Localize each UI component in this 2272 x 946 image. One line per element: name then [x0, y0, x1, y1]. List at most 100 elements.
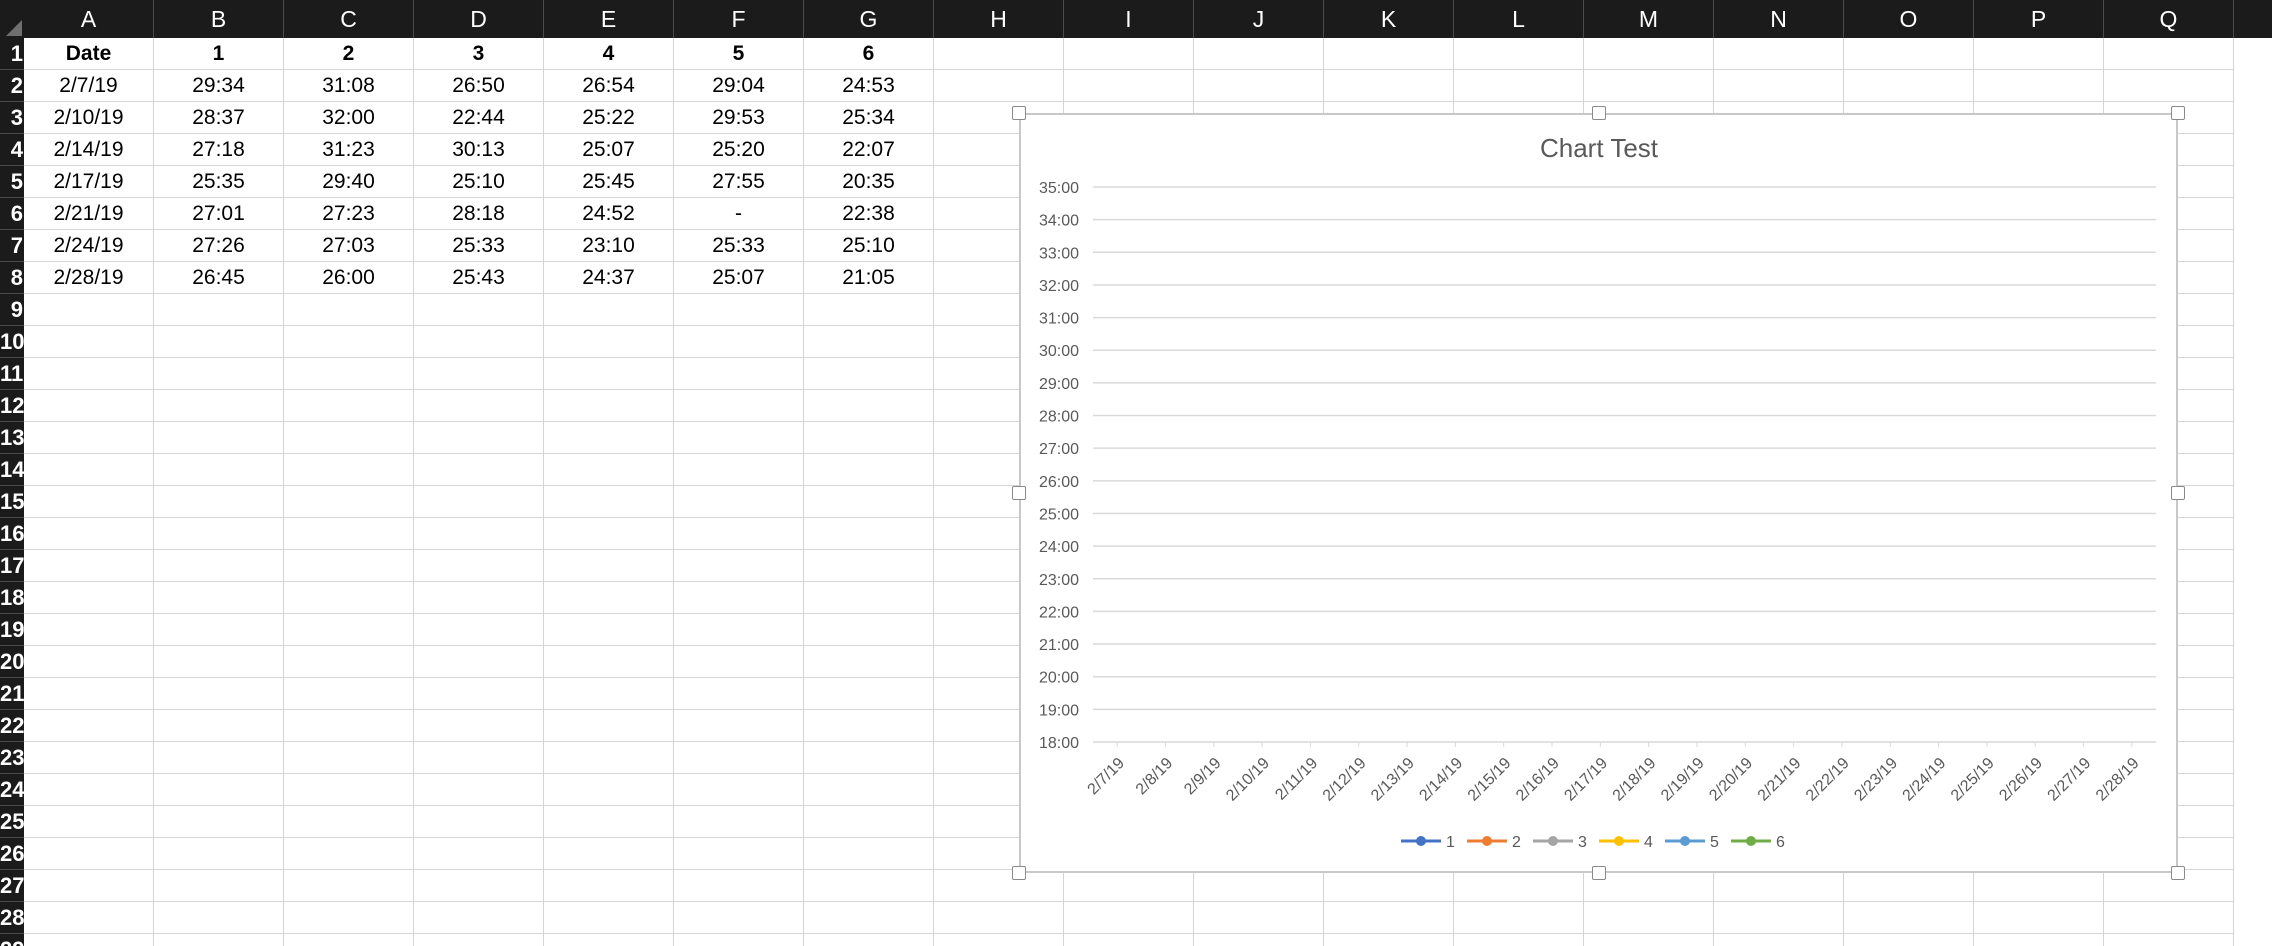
cell-a4[interactable]: 2/14/19 — [24, 134, 154, 166]
cell-g11[interactable] — [804, 358, 934, 390]
cell-g22[interactable] — [804, 710, 934, 742]
cell-m1[interactable] — [1584, 38, 1714, 70]
column-header-q[interactable]: Q — [2104, 0, 2234, 38]
resize-handle-nw[interactable] — [1012, 106, 1026, 120]
cell-i29[interactable] — [1064, 934, 1194, 946]
cell-b13[interactable] — [154, 422, 284, 454]
column-header-n[interactable]: N — [1714, 0, 1844, 38]
cell-f2[interactable]: 29:04 — [674, 70, 804, 102]
cell-c9[interactable] — [284, 294, 414, 326]
cell-g18[interactable] — [804, 582, 934, 614]
cell-o27[interactable] — [1844, 870, 1974, 902]
resize-handle-s[interactable] — [1591, 866, 1606, 880]
row-header-8[interactable]: 8 — [0, 262, 24, 294]
resize-handle-ne[interactable] — [2171, 106, 2185, 120]
cell-a6[interactable]: 2/21/19 — [24, 198, 154, 230]
cell-i28[interactable] — [1064, 902, 1194, 934]
cell-e27[interactable] — [544, 870, 674, 902]
row-header-19[interactable]: 19 — [0, 614, 24, 646]
cell-n1[interactable] — [1714, 38, 1844, 70]
cell-c27[interactable] — [284, 870, 414, 902]
cell-h1[interactable] — [934, 38, 1064, 70]
cell-f19[interactable] — [674, 614, 804, 646]
cell-d22[interactable] — [414, 710, 544, 742]
cell-c19[interactable] — [284, 614, 414, 646]
cell-f28[interactable] — [674, 902, 804, 934]
cell-c11[interactable] — [284, 358, 414, 390]
cell-c24[interactable] — [284, 774, 414, 806]
cell-a1[interactable]: Date — [24, 38, 154, 70]
cell-d26[interactable] — [414, 838, 544, 870]
cell-g14[interactable] — [804, 454, 934, 486]
cell-c23[interactable] — [284, 742, 414, 774]
cell-g13[interactable] — [804, 422, 934, 454]
cell-a28[interactable] — [24, 902, 154, 934]
row-header-13[interactable]: 13 — [0, 422, 24, 454]
cell-g21[interactable] — [804, 678, 934, 710]
row-header-11[interactable]: 11 — [0, 358, 24, 390]
cell-a25[interactable] — [24, 806, 154, 838]
cell-f13[interactable] — [674, 422, 804, 454]
cell-b29[interactable] — [154, 934, 284, 946]
cell-e19[interactable] — [544, 614, 674, 646]
cell-d1[interactable]: 3 — [414, 38, 544, 70]
cell-d8[interactable]: 25:43 — [414, 262, 544, 294]
cell-d3[interactable]: 22:44 — [414, 102, 544, 134]
cell-q29[interactable] — [2104, 934, 2234, 946]
cell-j29[interactable] — [1194, 934, 1324, 946]
cell-d19[interactable] — [414, 614, 544, 646]
cell-c14[interactable] — [284, 454, 414, 486]
cell-a17[interactable] — [24, 550, 154, 582]
resize-handle-w[interactable] — [1012, 486, 1026, 500]
row-header-12[interactable]: 12 — [0, 390, 24, 422]
cell-d10[interactable] — [414, 326, 544, 358]
cell-f6[interactable]: - — [674, 198, 804, 230]
cell-m2[interactable] — [1584, 70, 1714, 102]
cell-e6[interactable]: 24:52 — [544, 198, 674, 230]
legend-item-5[interactable]: 5 — [1665, 834, 1719, 851]
cell-b14[interactable] — [154, 454, 284, 486]
cell-g8[interactable]: 21:05 — [804, 262, 934, 294]
cell-b28[interactable] — [154, 902, 284, 934]
cell-b17[interactable] — [154, 550, 284, 582]
column-header-o[interactable]: O — [1844, 0, 1974, 38]
cell-d29[interactable] — [414, 934, 544, 946]
cell-g29[interactable] — [804, 934, 934, 946]
cell-c22[interactable] — [284, 710, 414, 742]
cell-f20[interactable] — [674, 646, 804, 678]
cell-a23[interactable] — [24, 742, 154, 774]
cell-f7[interactable]: 25:33 — [674, 230, 804, 262]
cell-q1[interactable] — [2104, 38, 2234, 70]
cell-f24[interactable] — [674, 774, 804, 806]
cell-h27[interactable] — [934, 870, 1064, 902]
chart-title[interactable]: Chart Test — [1540, 133, 1659, 163]
cell-p29[interactable] — [1974, 934, 2104, 946]
cell-o1[interactable] — [1844, 38, 1974, 70]
cell-a18[interactable] — [24, 582, 154, 614]
row-header-10[interactable]: 10 — [0, 326, 24, 358]
cell-b15[interactable] — [154, 486, 284, 518]
column-header-k[interactable]: K — [1324, 0, 1454, 38]
cell-g20[interactable] — [804, 646, 934, 678]
row-header-7[interactable]: 7 — [0, 230, 24, 262]
cell-e21[interactable] — [544, 678, 674, 710]
row-header-17[interactable]: 17 — [0, 550, 24, 582]
cell-f1[interactable]: 5 — [674, 38, 804, 70]
cell-e29[interactable] — [544, 934, 674, 946]
cell-i27[interactable] — [1064, 870, 1194, 902]
cell-k28[interactable] — [1324, 902, 1454, 934]
cell-b19[interactable] — [154, 614, 284, 646]
cell-e8[interactable]: 24:37 — [544, 262, 674, 294]
cell-d7[interactable]: 25:33 — [414, 230, 544, 262]
cell-d25[interactable] — [414, 806, 544, 838]
cell-m29[interactable] — [1584, 934, 1714, 946]
cell-c8[interactable]: 26:00 — [284, 262, 414, 294]
cell-a3[interactable]: 2/10/19 — [24, 102, 154, 134]
cell-g25[interactable] — [804, 806, 934, 838]
cell-f12[interactable] — [674, 390, 804, 422]
column-header-p[interactable]: P — [1974, 0, 2104, 38]
cell-f5[interactable]: 27:55 — [674, 166, 804, 198]
cell-n2[interactable] — [1714, 70, 1844, 102]
cell-g1[interactable]: 6 — [804, 38, 934, 70]
cell-b2[interactable]: 29:34 — [154, 70, 284, 102]
